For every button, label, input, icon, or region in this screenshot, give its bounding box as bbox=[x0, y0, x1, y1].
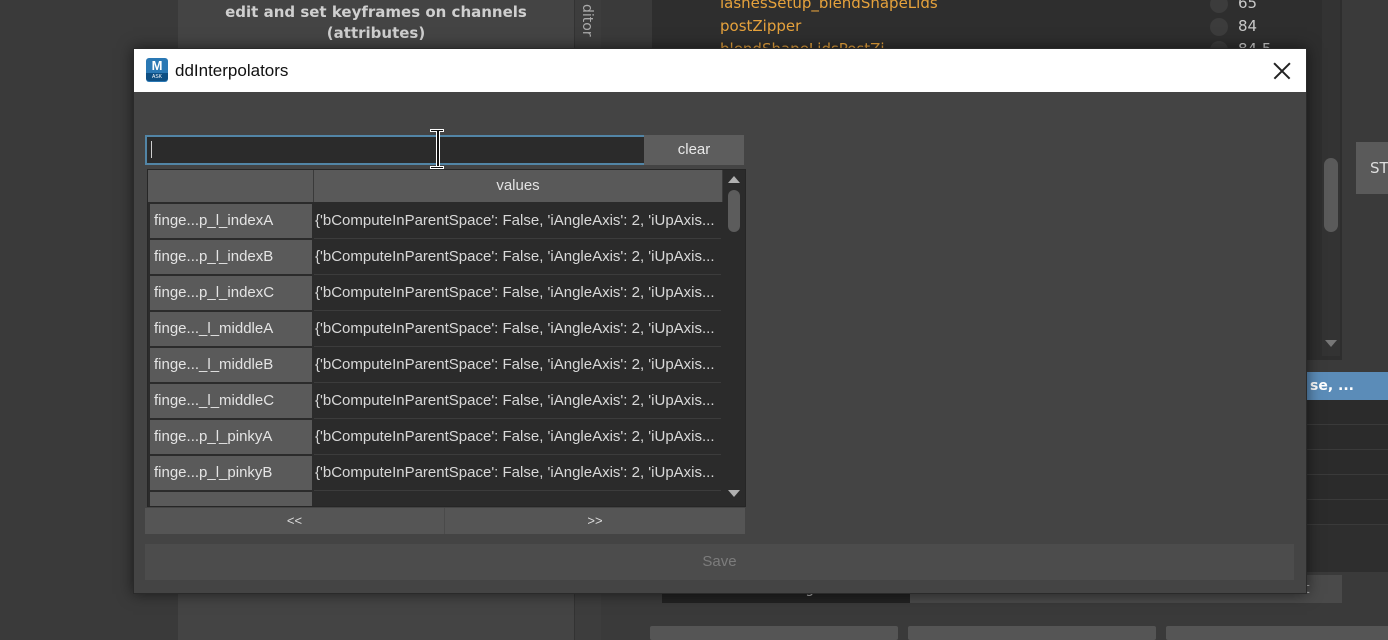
table-row[interactable]: finge...p_l_pinkyA {'bComputeInParentSpa… bbox=[148, 420, 722, 456]
row-name-cell[interactable] bbox=[150, 492, 312, 506]
table-rows: finge...p_l_indexA {'bComputeInParentSpa… bbox=[148, 204, 722, 506]
close-icon[interactable] bbox=[1256, 49, 1306, 92]
list-item-value: 84 bbox=[1238, 17, 1258, 35]
row-name-cell[interactable]: finge..._l_middleB bbox=[150, 348, 312, 382]
table-scrollbar[interactable] bbox=[724, 170, 744, 506]
toggle-dot-icon[interactable] bbox=[1210, 0, 1228, 13]
interpolators-table: values finge...p_l_indexA {'bComputeInPa… bbox=[147, 169, 746, 507]
table-row[interactable] bbox=[1306, 450, 1388, 475]
row-name-cell[interactable]: finge..._l_middleA bbox=[150, 312, 312, 346]
table-row[interactable]: finge..._l_middleB {'bComputeInParentSpa… bbox=[148, 348, 722, 384]
app-icon-letter: M bbox=[151, 58, 163, 73]
scrollbar-thumb[interactable] bbox=[728, 190, 740, 232]
row-name-cell[interactable]: finge...p_l_pinkyA bbox=[150, 420, 312, 454]
list-item-name: postZipper bbox=[720, 17, 802, 35]
table-row[interactable]: finge...p_l_indexB {'bComputeInParentSpa… bbox=[148, 240, 722, 276]
text-caret bbox=[151, 141, 152, 158]
table-row[interactable]: finge...p_l_pinkyB {'bComputeInParentSpa… bbox=[148, 456, 722, 492]
background-scrollbar[interactable] bbox=[1322, 0, 1340, 356]
scroll-up-icon[interactable] bbox=[728, 176, 740, 183]
list-item-value: 65 bbox=[1238, 0, 1258, 12]
background-tab[interactable] bbox=[908, 626, 1156, 640]
toggle-dot-icon[interactable] bbox=[1210, 18, 1228, 36]
pager: << >> bbox=[145, 508, 745, 534]
table-row[interactable] bbox=[1306, 475, 1388, 500]
row-value-cell[interactable]: {'bComputeInParentSpace': False, 'iAngle… bbox=[314, 240, 721, 275]
row-value-cell[interactable]: {'bComputeInParentSpace': False, 'iAngle… bbox=[314, 420, 721, 455]
dd-interpolators-dialog: M ASK ddInterpolators clear values finge… bbox=[133, 48, 1307, 594]
row-name-cell[interactable]: finge...p_l_pinkyB bbox=[150, 456, 312, 490]
background-table-header[interactable]: se, ... bbox=[1306, 372, 1388, 400]
maya-app-icon: M ASK bbox=[146, 58, 168, 82]
help-line-2: (attributes) bbox=[326, 24, 426, 42]
background-tab[interactable] bbox=[1166, 626, 1388, 640]
row-value-cell[interactable]: {'bComputeInParentSpace': False, 'iAngle… bbox=[314, 204, 721, 239]
help-line-1: edit and set keyframes on channels bbox=[225, 3, 527, 21]
row-name-cell[interactable]: finge..._l_middleC bbox=[150, 384, 312, 418]
scroll-down-icon[interactable] bbox=[1325, 340, 1337, 347]
column-header-values[interactable]: values bbox=[314, 170, 723, 202]
scrollbar-thumb[interactable] bbox=[1324, 158, 1338, 232]
row-value-cell[interactable]: {'bComputeInParentSpace': False, 'iAngle… bbox=[314, 348, 721, 383]
clear-button[interactable]: clear bbox=[644, 135, 744, 165]
list-item-name: lashesSetup_blendShapeLids bbox=[720, 0, 938, 12]
table-row[interactable] bbox=[148, 492, 722, 506]
row-value-cell[interactable]: {'bComputeInParentSpace': False, 'iAngle… bbox=[314, 276, 721, 311]
table-row[interactable] bbox=[1306, 400, 1388, 425]
title-bar[interactable]: M ASK ddInterpolators bbox=[134, 49, 1306, 92]
ibeam-cursor-icon bbox=[430, 129, 444, 169]
scroll-down-icon[interactable] bbox=[728, 490, 740, 497]
table-row[interactable]: finge...p_l_indexA {'bComputeInParentSpa… bbox=[148, 204, 722, 240]
side-tab-label: ditor bbox=[579, 4, 595, 37]
background-tabs bbox=[650, 626, 1388, 640]
filter-input[interactable] bbox=[145, 135, 649, 165]
row-name-cell[interactable]: finge...p_l_indexA bbox=[150, 204, 312, 238]
table-row[interactable] bbox=[1306, 425, 1388, 450]
column-header-name[interactable] bbox=[148, 170, 314, 202]
table-row[interactable]: finge..._l_middleC {'bComputeInParentSpa… bbox=[148, 384, 722, 420]
row-value-cell[interactable]: {'bComputeInParentSpace': False, 'iAngle… bbox=[314, 312, 721, 347]
row-name-cell[interactable]: finge...p_l_indexB bbox=[150, 240, 312, 274]
table-row[interactable] bbox=[1306, 500, 1388, 525]
row-name-cell[interactable]: finge...p_l_indexC bbox=[150, 276, 312, 310]
list-item[interactable]: lashesSetup_blendShapeLids 65 bbox=[720, 0, 1280, 15]
background-help-text: edit and set keyframes on channels (attr… bbox=[178, 2, 574, 44]
row-value-cell[interactable]: {'bComputeInParentSpace': False, 'iAngle… bbox=[314, 456, 721, 491]
table-row[interactable]: finge...p_l_indexC {'bComputeInParentSpa… bbox=[148, 276, 722, 312]
row-value-cell[interactable] bbox=[314, 492, 721, 506]
previous-page-button[interactable]: << bbox=[145, 508, 445, 534]
background-tab[interactable] bbox=[650, 626, 898, 640]
background-st-button[interactable]: ST bbox=[1356, 142, 1388, 194]
background-table: se, ... bbox=[1306, 372, 1388, 572]
list-item[interactable]: postZipper 84 bbox=[720, 15, 1280, 38]
table-row[interactable]: finge..._l_middleA {'bComputeInParentSpa… bbox=[148, 312, 722, 348]
row-value-cell[interactable]: {'bComputeInParentSpace': False, 'iAngle… bbox=[314, 384, 721, 419]
save-button[interactable]: Save bbox=[145, 544, 1294, 580]
next-page-button[interactable]: >> bbox=[445, 508, 745, 534]
app-icon-sub: ASK bbox=[146, 73, 168, 81]
window-title: ddInterpolators bbox=[175, 61, 289, 80]
